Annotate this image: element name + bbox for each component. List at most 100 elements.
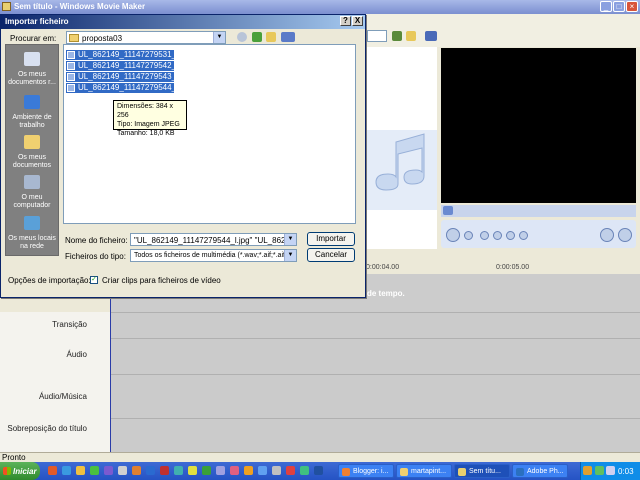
quicklaunch-icon[interactable] (132, 466, 141, 475)
recent-documents-icon[interactable] (24, 52, 40, 66)
help-button[interactable]: ? (340, 16, 351, 26)
file-item[interactable]: UL_862149_11147279543_l.jpg (66, 72, 191, 82)
app-maximize-button[interactable]: □ (613, 1, 625, 12)
quicklaunch-icon[interactable] (258, 466, 267, 475)
views-icon[interactable] (425, 31, 437, 41)
quicklaunch-icon[interactable] (174, 466, 183, 475)
seek-handle[interactable] (443, 206, 453, 215)
folder-icon (69, 34, 79, 42)
tooltip-size: Tamanho: 18,0 KB (117, 130, 175, 137)
image-file-icon (67, 62, 75, 70)
my-computer-icon[interactable] (24, 175, 40, 189)
volume-icon[interactable] (606, 466, 615, 475)
stop-button[interactable] (464, 231, 473, 240)
filetype-label: Ficheiros do tipo: (65, 252, 126, 261)
chevron-down-icon: ▼ (284, 250, 296, 261)
forward-button[interactable] (506, 231, 515, 240)
ruler-label: 0:00:04.00 (366, 264, 400, 271)
image-file-icon (67, 73, 75, 81)
quicklaunch-icon[interactable] (48, 466, 57, 475)
collection-dropdown[interactable] (367, 30, 387, 42)
up-folder-icon[interactable] (252, 32, 262, 42)
folder-icon (400, 468, 408, 476)
quicklaunch-icon[interactable] (286, 466, 295, 475)
start-button[interactable]: Iniciar (0, 462, 40, 480)
create-clips-checkbox[interactable]: ✓ (90, 276, 98, 284)
ruler-label: 0:00:05.00 (496, 264, 530, 271)
cancel-button[interactable]: Cancelar (307, 248, 355, 262)
quicklaunch-icon[interactable] (244, 466, 253, 475)
quicklaunch-icon[interactable] (118, 466, 127, 475)
quicklaunch-icon[interactable] (90, 466, 99, 475)
quicklaunch-icon[interactable] (230, 466, 239, 475)
previous-frame-button[interactable] (480, 231, 489, 240)
my-documents-icon[interactable] (24, 135, 40, 149)
quicklaunch-icon[interactable] (216, 466, 225, 475)
blogger-icon (342, 468, 350, 476)
tray-icon[interactable] (595, 466, 604, 475)
new-folder-icon[interactable] (266, 32, 276, 42)
split-clip-button[interactable] (600, 228, 614, 242)
file-item[interactable]: UL_862149_11147279544_l.jpg (66, 83, 191, 93)
tray-icon[interactable] (583, 466, 592, 475)
taskbar-button-movie-maker[interactable]: Sem títu... (454, 464, 510, 478)
seek-bar[interactable] (441, 205, 636, 217)
tooltip-type: Tipo: Imagem JPEG (117, 121, 180, 128)
quicklaunch-icon[interactable] (76, 466, 85, 475)
quicklaunch-icon[interactable] (300, 466, 309, 475)
taskbar-button-blogger[interactable]: Blogger: i... (338, 464, 394, 478)
file-tooltip: Dimensões: 384 x 256 Tipo: Imagem JPEG T… (113, 100, 187, 137)
track-label-audio-music: Áudio/Música (38, 392, 87, 401)
start-label: Iniciar (13, 467, 37, 476)
filename-input[interactable]: "UL_862149_11147279544_l.jpg" "UL_862149… (130, 233, 297, 246)
taskbar-button-photoshop[interactable]: Adobe Ph... (512, 464, 568, 478)
transition-track[interactable] (110, 312, 640, 339)
chevron-down-icon: ▼ (213, 32, 225, 43)
app-close-button[interactable]: × (626, 1, 638, 12)
desktop-icon[interactable] (24, 95, 40, 109)
app-minimize-button[interactable]: _ (600, 1, 612, 12)
snapshot-button[interactable] (618, 228, 632, 242)
image-file-icon (67, 84, 75, 92)
place-desktop[interactable]: Ambiente de trabalho (5, 114, 59, 130)
filename-value: "UL_862149_11147279544_l.jpg" "UL_862149… (134, 236, 297, 245)
place-my-documents[interactable]: Os meus documentos (5, 154, 59, 170)
next-frame-button[interactable] (519, 231, 528, 240)
place-network[interactable]: Os meus locais na rede (5, 235, 59, 251)
file-item[interactable]: UL_862149_11147279531_l.jpg (66, 50, 191, 60)
views-menu-icon[interactable] (281, 32, 295, 42)
look-in-dropdown[interactable]: proposta03 ▼ (66, 31, 226, 44)
quicklaunch-icon[interactable] (314, 466, 323, 475)
play-button[interactable] (446, 228, 460, 242)
place-my-computer[interactable]: O meu computador (5, 194, 59, 210)
quicklaunch-icon[interactable] (104, 466, 113, 475)
filetype-value: Todos os ficheiros de multimédia (*.wav;… (134, 252, 289, 259)
dialog-title: Importar ficheiro (5, 17, 69, 26)
track-label-audio: Áudio (66, 350, 87, 359)
audio-music-track[interactable] (110, 374, 640, 419)
audio-track[interactable] (110, 338, 640, 375)
quicklaunch-icon[interactable] (146, 466, 155, 475)
rewind-button[interactable] (493, 231, 502, 240)
network-places-icon[interactable] (24, 216, 40, 230)
quicklaunch-icon[interactable] (202, 466, 211, 475)
title-overlay-track[interactable] (110, 418, 640, 453)
photoshop-icon (516, 468, 524, 476)
back-icon[interactable] (237, 32, 247, 42)
import-button[interactable]: Importar (307, 232, 355, 246)
up-folder-icon[interactable] (392, 31, 402, 41)
dialog-close-button[interactable]: X (352, 16, 363, 26)
quicklaunch-icon[interactable] (272, 466, 281, 475)
taskbar-button-folder[interactable]: martapint... (396, 464, 452, 478)
place-recent-documents[interactable]: Os meus documentos r... (5, 71, 59, 87)
playhead[interactable] (110, 274, 111, 452)
new-folder-icon[interactable] (406, 31, 416, 41)
quicklaunch-icon[interactable] (188, 466, 197, 475)
quicklaunch-icon[interactable] (160, 466, 169, 475)
filename-label: Nome do ficheiro: (65, 236, 128, 245)
filetype-dropdown[interactable]: Todos os ficheiros de multimédia (*.wav;… (130, 249, 297, 262)
look-in-value: proposta03 (82, 34, 123, 43)
file-list[interactable] (63, 44, 356, 224)
quicklaunch-icon[interactable] (62, 466, 71, 475)
file-item[interactable]: UL_862149_11147279542_l.jpg (66, 61, 191, 71)
